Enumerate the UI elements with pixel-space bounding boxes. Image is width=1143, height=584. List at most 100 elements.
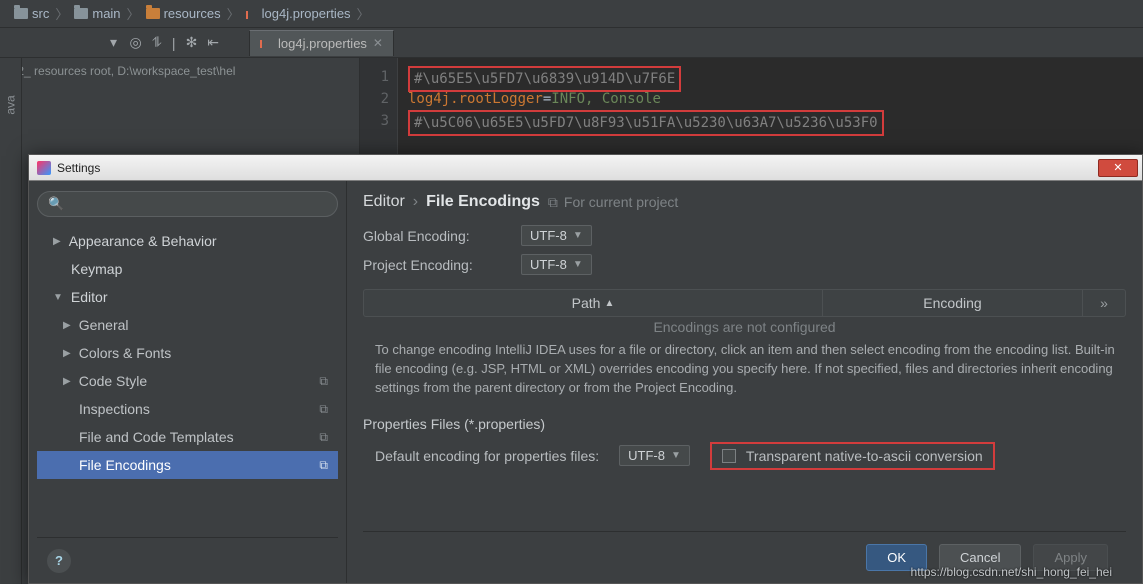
tree-general[interactable]: ▶ General (37, 311, 338, 339)
settings-tree: ▶ Appearance & Behavior Keymap ▼ Editor ▶ G… (37, 227, 338, 537)
toolbar: ▾ ◎ ⥮ | ✻ ⇤ log4j.properties ✕ (0, 28, 1143, 58)
tab-log4j-properties[interactable]: log4j.properties ✕ (249, 30, 394, 56)
tool-window-rail: ava (0, 58, 22, 584)
settings-main: Editor › File Encodings ⧉ For current pro… (347, 181, 1142, 583)
tab-label: log4j.properties (278, 36, 367, 51)
folder-icon (14, 8, 28, 19)
crumb-scope: For current project (564, 194, 678, 210)
rail-item[interactable]: ava (3, 95, 17, 114)
chevron-right-icon: 〉 (227, 4, 240, 23)
tree-label: Inspections (79, 401, 150, 417)
global-encoding-dropdown[interactable]: UTF-8 ▼ (521, 225, 592, 246)
crumb-file-encodings: File Encodings (426, 193, 540, 211)
caret-right-icon: ▶ (63, 320, 71, 331)
help-row: ? (37, 537, 338, 583)
tree-label: File Encodings (79, 457, 171, 473)
gear-icon[interactable]: ✻ (186, 34, 198, 51)
copy-icon: ⧉ (548, 194, 558, 211)
checkbox[interactable] (722, 449, 736, 463)
search-input[interactable] (70, 197, 327, 212)
help-button[interactable]: ? (47, 549, 71, 573)
folder-icon (146, 8, 160, 19)
tree-file-templates[interactable]: File and Code Templates⧉ (37, 423, 338, 451)
tree-inspections[interactable]: Inspections ⧉ (37, 395, 338, 423)
col-path[interactable]: Path▲ (364, 290, 823, 316)
default-encoding-label: Default encoding for properties files: (375, 448, 599, 464)
dialog-title: Settings (57, 161, 100, 175)
tree-label: Appearance & Behavior (69, 233, 217, 249)
breadcrumb-file[interactable]: log4j.properties (246, 6, 351, 21)
tree-label: Keymap (71, 261, 122, 277)
tree-colors-fonts[interactable]: ▶Colors & Fonts (37, 339, 338, 367)
separator: | (172, 35, 176, 51)
tree-label: General (79, 317, 129, 333)
col-encoding[interactable]: Encoding (823, 290, 1083, 316)
project-encoding-dropdown[interactable]: UTF-8 ▼ (521, 254, 592, 275)
col-label: Path (572, 295, 601, 311)
breadcrumb-label: resources (164, 6, 221, 21)
breadcrumb-resources[interactable]: resources (146, 6, 221, 21)
settings-dialog: Settings ✕ 🔍 ▶ Appearance & Behavior Keym… (28, 154, 1143, 584)
chevron-right-icon: 〉 (55, 4, 68, 23)
dropdown-value: UTF-8 (530, 257, 567, 272)
dialog-titlebar[interactable]: Settings ✕ (29, 155, 1142, 181)
chevron-down-icon: ▼ (671, 450, 681, 461)
dialog-footer: OK Cancel Apply https://blog.csdn.net/sh… (363, 531, 1126, 583)
global-encoding-label: Global Encoding: (363, 228, 503, 244)
tab-bar: log4j.properties ✕ (249, 28, 394, 58)
caret-down-icon: ▼ (53, 292, 63, 303)
tree-appearance[interactable]: ▶ Appearance & Behavior (37, 227, 338, 255)
close-icon[interactable]: ✕ (373, 36, 383, 50)
encodings-table-header: Path▲ Encoding » (363, 289, 1126, 317)
breadcrumb-label: main (92, 6, 120, 21)
sort-asc-icon: ▲ (604, 298, 614, 309)
tree-label: Editor (71, 289, 108, 305)
copy-icon: ⧉ (319, 374, 328, 389)
tree-label: Code Style (79, 373, 147, 389)
breadcrumb-main[interactable]: main (74, 6, 120, 21)
caret-right-icon: ▶ (63, 376, 71, 387)
line-number: 1 (360, 66, 389, 88)
tree-code-style[interactable]: ▶ Code Style ⧉ (37, 367, 338, 395)
watermark-text: https://blog.csdn.net/shi_hong_fei_hei (911, 565, 1112, 579)
default-encoding-dropdown[interactable]: UTF-8 ▼ (619, 445, 690, 466)
chevron-right-icon: 〉 (357, 4, 370, 23)
code-line-2: log4j.rootLogger=INFO, Console (408, 88, 1143, 110)
properties-file-icon (260, 36, 272, 50)
code-line-3: #\u5C06\u65E5\u5FD7\u8F93\u51FA\u5230\u6… (408, 110, 884, 136)
chevron-right-icon: › (413, 193, 418, 211)
settings-sidebar: 🔍 ▶ Appearance & Behavior Keymap ▼ Editor … (29, 181, 347, 583)
breadcrumb-src[interactable]: src (14, 6, 49, 21)
line-number: 3 (360, 110, 389, 132)
settings-breadcrumb: Editor › File Encodings ⧉ For current pro… (363, 193, 1126, 211)
folder-icon (74, 8, 88, 19)
breadcrumbs: src 〉 main 〉 resources 〉 log4j.propertie… (0, 0, 1143, 28)
caret-right-icon: ▶ (63, 348, 71, 359)
dropdown-caret-icon[interactable]: ▾ (110, 34, 117, 51)
tree-label: File and Code Templates (79, 429, 234, 445)
checkbox-label: Transparent native-to-ascii conversion (746, 448, 983, 464)
close-button[interactable]: ✕ (1098, 159, 1138, 177)
not-configured-text: Encodings are not configured (363, 319, 1126, 337)
search-box[interactable]: 🔍 (37, 191, 338, 217)
project-path-text: 4j2_ resources root, D:\workspace_test\h… (8, 64, 351, 78)
dropdown-value: UTF-8 (530, 228, 567, 243)
divider-icon: ⥮ (152, 34, 162, 51)
encoding-description: To change encoding IntelliJ IDEA uses fo… (363, 341, 1126, 398)
more-columns-button[interactable]: » (1083, 290, 1125, 316)
crumb-editor: Editor (363, 193, 405, 211)
caret-right-icon: ▶ (53, 236, 61, 247)
chevron-right-icon: 〉 (127, 4, 140, 23)
target-icon[interactable]: ◎ (130, 34, 142, 51)
tree-editor[interactable]: ▼ Editor (37, 283, 338, 311)
dropdown-value: UTF-8 (628, 448, 665, 463)
transparent-ascii-option[interactable]: Transparent native-to-ascii conversion (710, 442, 995, 470)
search-icon: 🔍 (48, 196, 64, 212)
collapse-icon[interactable]: ⇤ (207, 34, 219, 51)
properties-section-title: Properties Files (*.properties) (363, 416, 1126, 432)
tree-file-encodings[interactable]: File Encodings⧉ (37, 451, 338, 479)
tree-keymap[interactable]: Keymap (37, 255, 338, 283)
app-icon (37, 161, 51, 175)
copy-icon: ⧉ (319, 402, 328, 417)
project-encoding-label: Project Encoding: (363, 257, 503, 273)
